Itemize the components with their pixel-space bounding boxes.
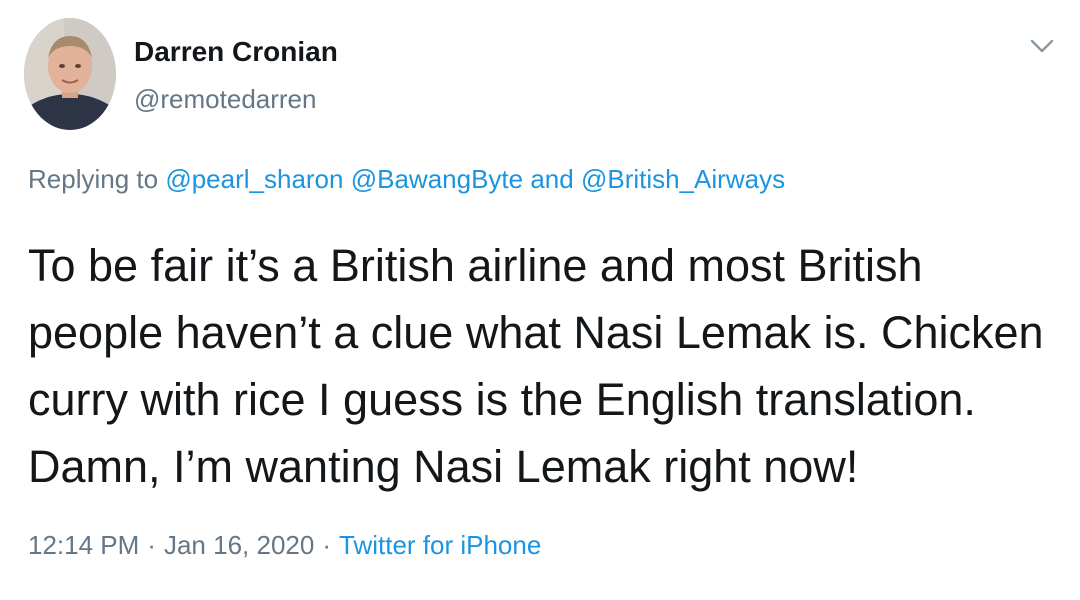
tweet-card: Darren Cronian @remotedarren Replying to… [0, 0, 1080, 600]
chevron-down-icon[interactable] [1028, 36, 1056, 56]
tweet-text: To be fair it’s a British airline and mo… [28, 240, 1044, 492]
separator: · [147, 530, 156, 560]
tweet-time[interactable]: 12:14 PM [28, 530, 139, 560]
avatar[interactable] [24, 18, 116, 130]
mention-link[interactable]: @British_Airways [581, 164, 785, 194]
reply-conjunction: and [530, 164, 574, 194]
mention-link[interactable]: @BawangByte [351, 164, 523, 194]
tweet-metadata: 12:14 PM · Jan 16, 2020 · Twitter for iPhone [28, 530, 541, 561]
tweet-source-link[interactable]: Twitter for iPhone [339, 530, 541, 560]
reply-prefix: Replying to [28, 164, 159, 194]
avatar-photo [24, 18, 116, 130]
tweet-date[interactable]: Jan 16, 2020 [164, 530, 314, 560]
reply-context: Replying to @pearl_sharon @BawangByte an… [28, 164, 785, 195]
author-display-name[interactable]: Darren Cronian [134, 36, 338, 68]
author-handle[interactable]: @remotedarren [134, 84, 316, 115]
mention-link[interactable]: @pearl_sharon [165, 164, 343, 194]
separator: · [322, 530, 331, 560]
